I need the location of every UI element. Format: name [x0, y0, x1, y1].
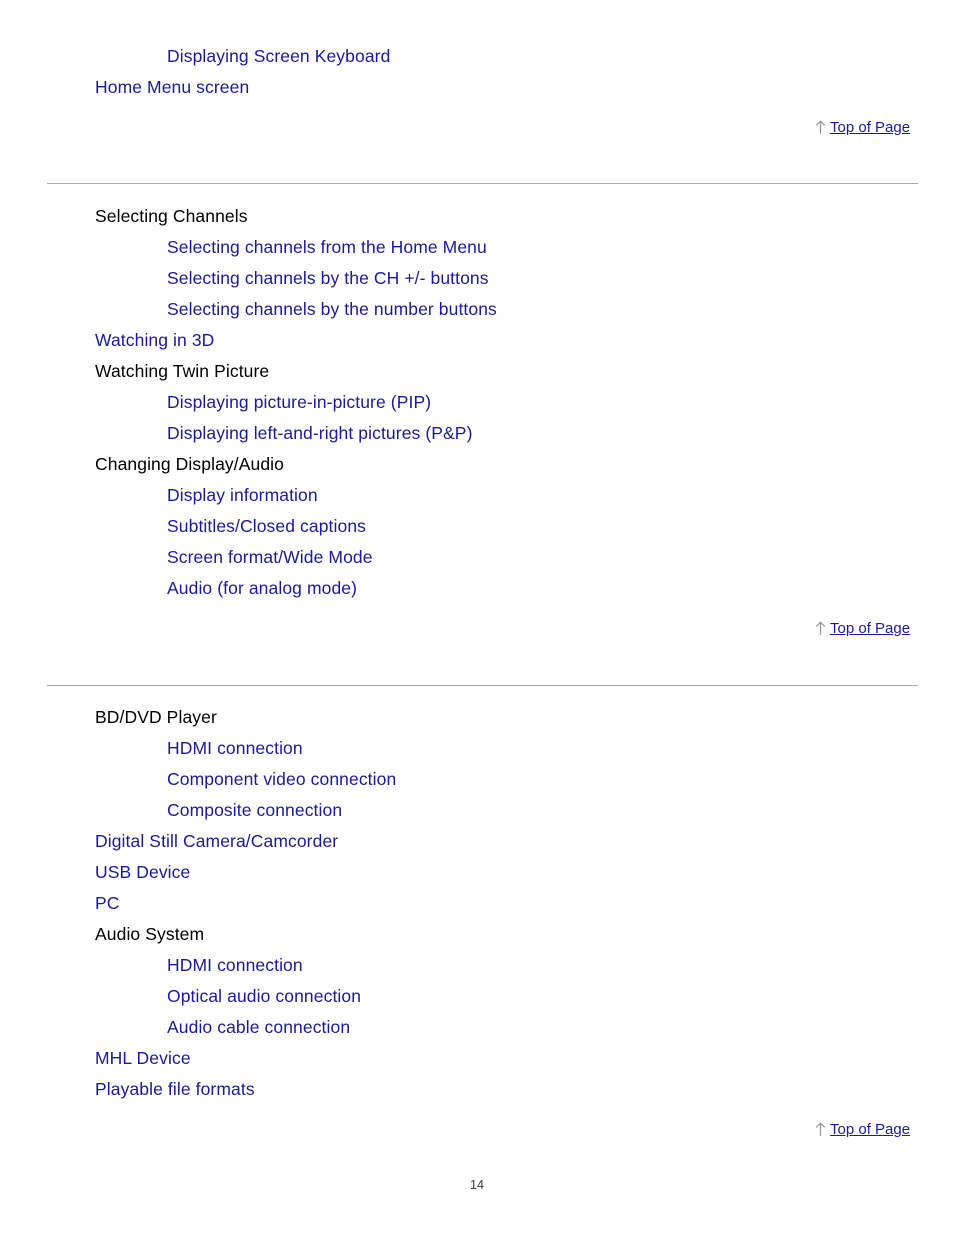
- toc-link[interactable]: Displaying picture-in-picture (PIP): [0, 387, 954, 418]
- top-of-page-label: Top of Page: [830, 119, 911, 136]
- toc-link[interactable]: USB Device: [0, 857, 954, 888]
- toc-link[interactable]: Selecting channels from the Home Menu: [0, 232, 954, 263]
- section-divider: [47, 183, 918, 184]
- toc-section-home-menu: Displaying Screen Keyboard Home Menu scre…: [0, 41, 954, 103]
- toc-link[interactable]: Displaying Screen Keyboard: [0, 41, 954, 72]
- toc-heading: Changing Display/Audio: [95, 454, 284, 474]
- toc-link[interactable]: Composite connection: [0, 795, 954, 826]
- toc-link[interactable]: Digital Still Camera/Camcorder: [0, 826, 954, 857]
- toc-link[interactable]: Watching in 3D: [0, 325, 954, 356]
- toc-link[interactable]: MHL Device: [0, 1043, 954, 1074]
- toc-link[interactable]: Selecting channels by the number buttons: [0, 294, 954, 325]
- top-of-page-link[interactable]: Top of Page: [815, 1121, 910, 1138]
- top-of-page-link[interactable]: Top of Page: [815, 620, 910, 637]
- page-number: 14: [470, 1178, 484, 1192]
- section-divider: [47, 685, 918, 686]
- toc-link[interactable]: Optical audio connection: [0, 981, 954, 1012]
- toc-link[interactable]: Audio cable connection: [0, 1012, 954, 1043]
- toc-link[interactable]: Selecting channels by the CH +/- buttons: [0, 263, 954, 294]
- arrow-up-icon: [815, 1122, 826, 1137]
- toc-link[interactable]: HDMI connection: [0, 950, 954, 981]
- toc-section-connecting-devices: BD/DVD Player HDMI connection Component vi…: [0, 702, 954, 1105]
- top-of-page-label: Top of Page: [830, 1121, 911, 1138]
- toc-link[interactable]: Screen format/Wide Mode: [0, 542, 954, 573]
- top-of-page-label: Top of Page: [830, 620, 911, 637]
- toc-heading: Selecting Channels: [95, 206, 248, 226]
- toc-link[interactable]: Displaying left-and-right pictures (P&P): [0, 418, 954, 449]
- toc-link[interactable]: Display information: [0, 480, 954, 511]
- toc-heading: Audio System: [95, 924, 205, 944]
- toc-section-watching-tv: Selecting Channels Selecting channels fro…: [0, 201, 954, 604]
- toc-link[interactable]: Audio (for analog mode): [0, 573, 954, 604]
- document-page: Displaying Screen Keyboard Home Menu scre…: [0, 0, 954, 1235]
- toc-link[interactable]: HDMI connection: [0, 733, 954, 764]
- toc-link[interactable]: Home Menu screen: [0, 72, 954, 103]
- arrow-up-icon: [815, 120, 826, 135]
- top-of-page-link[interactable]: Top of Page: [815, 119, 910, 136]
- toc-link[interactable]: PC: [0, 888, 954, 919]
- toc-link[interactable]: Component video connection: [0, 764, 954, 795]
- toc-link[interactable]: Playable file formats: [0, 1074, 954, 1105]
- toc-heading: BD/DVD Player: [95, 707, 217, 727]
- toc-heading: Watching Twin Picture: [95, 361, 270, 381]
- toc-link[interactable]: Subtitles/Closed captions: [0, 511, 954, 542]
- arrow-up-icon: [815, 621, 826, 636]
